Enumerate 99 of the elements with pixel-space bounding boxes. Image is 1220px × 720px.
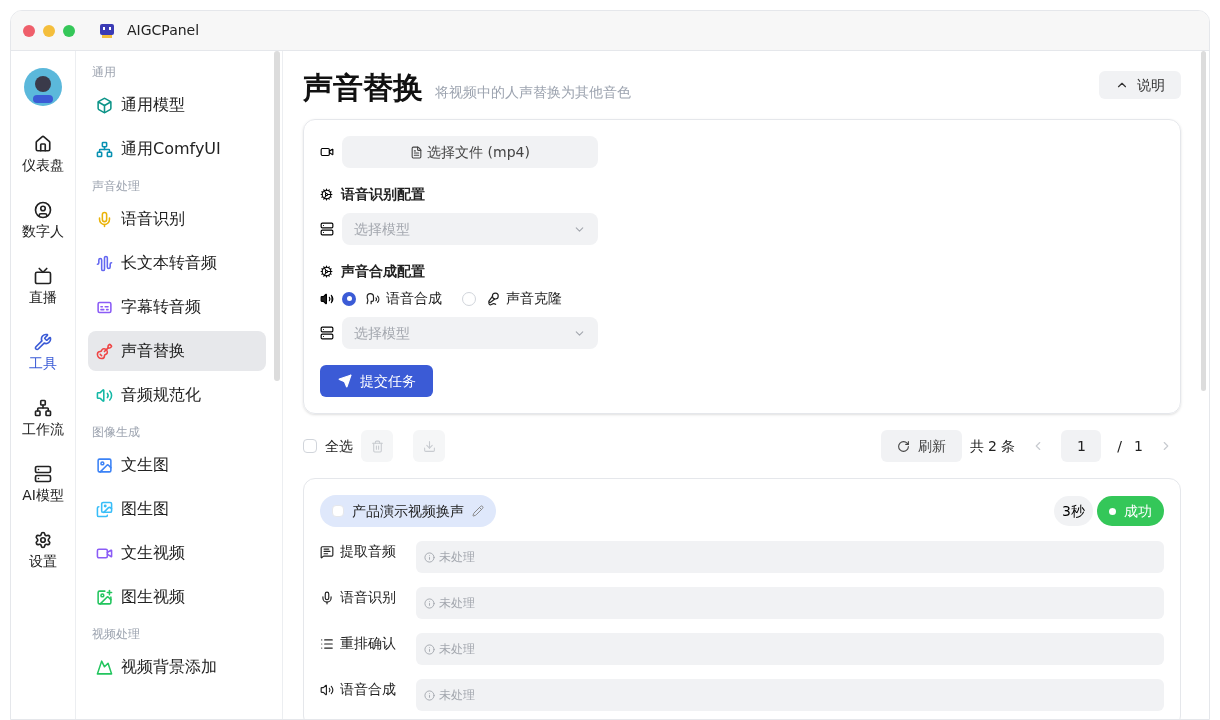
download-button[interactable] [413, 430, 445, 462]
file-icon [410, 145, 424, 159]
sidebar-item[interactable]: 字幕转音频 [88, 287, 266, 327]
home-icon [34, 135, 52, 153]
status-badge: 成功 [1097, 496, 1164, 526]
server-icon [320, 222, 334, 236]
sidebar-item[interactable]: 音频规范化 [88, 375, 266, 415]
waveform-icon [96, 254, 113, 272]
maximize-icon[interactable] [63, 24, 75, 37]
speaker-icon [320, 291, 334, 306]
speaker-icon [96, 386, 113, 404]
section-heading: 语音识别配置 [341, 185, 425, 204]
info-icon [424, 551, 435, 563]
step-result-field: 未处理 [416, 587, 1164, 619]
section-label: 视频处理 [91, 626, 141, 643]
section-label: 通用 [91, 64, 117, 81]
window-title: AIGCPanel [127, 21, 200, 40]
nav-rail-item[interactable]: 直播 [13, 259, 73, 325]
cube-icon [96, 96, 113, 114]
step-result-field: 未处理 [416, 541, 1164, 573]
select-all-checkbox[interactable]: 全选 [303, 435, 353, 457]
delete-button[interactable] [361, 430, 393, 462]
nav-rail-item[interactable]: 数字人 [13, 193, 73, 259]
mountain-icon [96, 658, 113, 676]
gear-icon [320, 265, 333, 278]
download-icon [422, 439, 436, 453]
sidebar-item[interactable]: 通用ComfyUI [88, 129, 266, 169]
radio-option[interactable]: 语音合成 [342, 288, 442, 309]
step-label: 语音合成 [340, 680, 396, 699]
nav-rail-item[interactable]: 仪表盘 [13, 127, 73, 193]
step-label: 重排确认 [340, 634, 396, 653]
page-field[interactable]: 1 [1061, 430, 1102, 462]
server-icon [34, 465, 52, 483]
step-result-field: 未处理 [416, 633, 1164, 665]
sidebar-item[interactable]: 文生视频 [88, 533, 266, 573]
image-icon [96, 456, 113, 474]
file-select-button[interactable]: 选择文件 (mp4) [342, 136, 598, 168]
total-count: 共 2 条 [969, 436, 1016, 456]
speaker-icon [320, 682, 334, 697]
sidebar-item[interactable]: 通用模型 [88, 85, 266, 125]
list-icon [320, 636, 334, 651]
sidebar-item[interactable]: 长文本转音频 [88, 243, 266, 283]
guitar-icon [96, 342, 113, 360]
trash-icon [370, 439, 384, 453]
minimize-icon[interactable] [43, 24, 55, 37]
section-heading: 声音合成配置 [341, 262, 425, 281]
user-icon [34, 201, 52, 219]
microphone-icon [486, 291, 500, 306]
radio-button[interactable] [342, 291, 356, 306]
wrench-icon [34, 333, 52, 351]
page-title: 声音替换 [303, 73, 423, 103]
info-icon [424, 689, 435, 701]
hierarchy-icon [34, 399, 52, 417]
page-subtitle: 将视频中的人声替换为其他音色 [435, 83, 631, 102]
tv-icon [34, 267, 52, 285]
video-icon [320, 145, 334, 159]
close-icon[interactable] [23, 24, 35, 37]
settings-icon [34, 531, 52, 549]
microphone-icon [320, 590, 334, 605]
gear-icon [320, 188, 333, 201]
send-icon [337, 374, 352, 388]
section-label: 图像生成 [91, 424, 141, 441]
message-icon [320, 544, 334, 559]
section-label: 声音处理 [91, 178, 141, 195]
microphone-icon [96, 210, 113, 228]
refresh-button[interactable]: 刷新 [880, 430, 962, 462]
info-icon [424, 597, 435, 609]
nav-rail-item[interactable]: AI模型 [13, 457, 73, 523]
hierarchy-icon [96, 140, 113, 158]
image-plus-icon [96, 588, 113, 606]
step-result-field: 未处理 [416, 679, 1164, 711]
sidebar-item[interactable]: 声音替换 [88, 331, 266, 371]
nav-rail-item[interactable]: 工作流 [13, 391, 73, 457]
images-icon [96, 500, 113, 518]
page-separator: / [1117, 436, 1123, 456]
sidebar-item[interactable]: 文生图 [88, 445, 266, 485]
robot-icon [99, 22, 115, 39]
nav-rail-item[interactable]: 设置 [13, 523, 73, 589]
nav-rail-item[interactable]: 工具 [13, 325, 73, 391]
sidebar-item[interactable]: 图生视频 [88, 577, 266, 617]
avatar[interactable] [23, 67, 63, 107]
server-icon [320, 326, 334, 340]
radio-option[interactable]: 声音克隆 [462, 288, 562, 309]
sidebar-item[interactable]: 语音识别 [88, 199, 266, 239]
sidebar-item[interactable]: 图生图 [88, 489, 266, 529]
help-button[interactable]: 说明 [1099, 71, 1181, 99]
task-title-chip[interactable]: 产品演示视频换声 [320, 495, 496, 527]
step-label: 提取音频 [340, 542, 396, 561]
info-icon [424, 643, 435, 655]
scrollbar[interactable] [274, 51, 280, 381]
duration-badge: 3秒 [1054, 496, 1093, 526]
page-count: 1 [1134, 436, 1143, 456]
step-label: 语音识别 [340, 588, 396, 607]
refresh-icon [896, 439, 910, 453]
sidebar-item[interactable]: 视频背景添加 [88, 647, 266, 687]
scrollbar[interactable] [1201, 51, 1206, 391]
pencil-icon[interactable] [472, 505, 484, 517]
speech-icon [366, 291, 380, 306]
submit-button[interactable]: 提交任务 [320, 365, 433, 397]
